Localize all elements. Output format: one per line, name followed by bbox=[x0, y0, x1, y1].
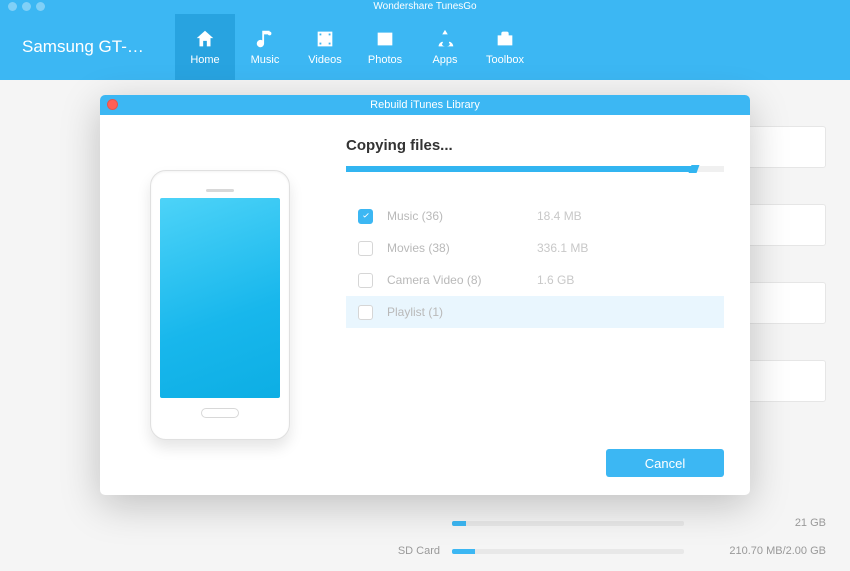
tab-home[interactable]: Home bbox=[175, 14, 235, 80]
file-row-music[interactable]: Music (36) 18.4 MB bbox=[346, 200, 724, 232]
videos-icon bbox=[314, 28, 336, 50]
storage-text: 21 GB bbox=[696, 517, 826, 529]
app-titlebar: Wondershare TunesGo bbox=[0, 0, 850, 14]
tab-apps[interactable]: Apps bbox=[415, 14, 475, 80]
window-control-min[interactable] bbox=[22, 2, 31, 11]
modal-close-button[interactable] bbox=[107, 99, 118, 110]
apps-icon bbox=[434, 28, 456, 50]
cancel-button[interactable]: Cancel bbox=[606, 449, 724, 477]
file-row-movies[interactable]: Movies (38) 336.1 MB bbox=[346, 232, 724, 264]
file-row-playlist[interactable]: Playlist (1) bbox=[346, 296, 724, 328]
home-icon bbox=[194, 28, 216, 50]
checkbox[interactable] bbox=[358, 305, 373, 320]
file-label: Music (36) bbox=[387, 209, 537, 223]
progress-bar bbox=[346, 166, 724, 172]
photos-icon bbox=[374, 28, 396, 50]
file-label: Camera Video (8) bbox=[387, 273, 537, 287]
modal-title: Rebuild iTunes Library bbox=[370, 99, 480, 111]
window-controls[interactable] bbox=[8, 2, 45, 11]
progress-fill bbox=[346, 166, 694, 172]
tab-videos[interactable]: Videos bbox=[295, 14, 355, 80]
checkbox[interactable] bbox=[358, 273, 373, 288]
tab-label: Videos bbox=[308, 54, 341, 66]
file-label: Playlist (1) bbox=[387, 305, 537, 319]
checkbox[interactable] bbox=[358, 209, 373, 224]
file-size: 18.4 MB bbox=[537, 209, 582, 223]
status-title: Copying files... bbox=[346, 137, 724, 154]
toolbox-icon bbox=[494, 28, 516, 50]
window-control-close[interactable] bbox=[8, 2, 17, 11]
window-control-max[interactable] bbox=[36, 2, 45, 11]
storage-bar bbox=[452, 521, 684, 526]
device-name[interactable]: Samsung GT-N7... bbox=[0, 37, 175, 57]
storage-bar bbox=[452, 549, 684, 554]
music-icon bbox=[254, 28, 276, 50]
checkbox[interactable] bbox=[358, 241, 373, 256]
app-title: Wondershare TunesGo bbox=[373, 1, 476, 12]
phone-illustration bbox=[100, 115, 340, 495]
tab-label: Apps bbox=[432, 54, 457, 66]
file-size: 1.6 GB bbox=[537, 273, 574, 287]
tab-music[interactable]: Music bbox=[235, 14, 295, 80]
tab-photos[interactable]: Photos bbox=[355, 14, 415, 80]
storage-row-internal: 21 GB bbox=[60, 517, 826, 529]
tab-toolbox[interactable]: Toolbox bbox=[475, 14, 535, 80]
tab-label: Toolbox bbox=[486, 54, 524, 66]
storage-label: SD Card bbox=[60, 545, 452, 557]
tab-label: Music bbox=[251, 54, 280, 66]
tab-label: Home bbox=[190, 54, 219, 66]
file-label: Movies (38) bbox=[387, 241, 537, 255]
modal-titlebar: Rebuild iTunes Library bbox=[100, 95, 750, 115]
storage-row-sdcard: SD Card 210.70 MB/2.00 GB bbox=[60, 545, 826, 557]
storage-text: 210.70 MB/2.00 GB bbox=[696, 545, 826, 557]
rebuild-itunes-modal: Rebuild iTunes Library Copying files... … bbox=[100, 95, 750, 495]
file-row-camera-video[interactable]: Camera Video (8) 1.6 GB bbox=[346, 264, 724, 296]
file-size: 336.1 MB bbox=[537, 241, 588, 255]
main-toolbar: Samsung GT-N7... Home Music Videos Photo… bbox=[0, 14, 850, 80]
tab-label: Photos bbox=[368, 54, 402, 66]
